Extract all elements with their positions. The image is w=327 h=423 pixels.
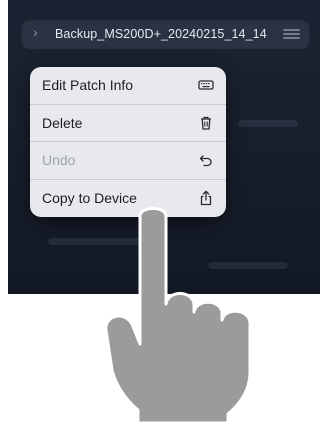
menu-item-delete[interactable]: Delete bbox=[30, 105, 226, 142]
menu-item-edit-patch-info[interactable]: Edit Patch Info bbox=[30, 67, 226, 105]
pointing-hand-icon bbox=[104, 207, 252, 423]
context-menu: Edit Patch Info Delete Undo Copy to Devi… bbox=[30, 67, 226, 217]
patch-title: Backup_MS200D+_20240215_14_14 bbox=[55, 27, 267, 41]
trash-icon bbox=[197, 114, 215, 132]
hamburger-menu-icon[interactable] bbox=[283, 29, 300, 39]
patch-header-bar[interactable]: › Backup_MS200D+_20240215_14_14 bbox=[21, 19, 310, 49]
menu-item-label: Undo bbox=[42, 152, 76, 168]
menu-item-label: Edit Patch Info bbox=[42, 77, 134, 93]
keyboard-icon bbox=[197, 76, 215, 94]
menu-item-label: Delete bbox=[42, 114, 83, 131]
menu-item-undo[interactable]: Undo bbox=[30, 142, 226, 180]
chevron-right-icon[interactable]: › bbox=[33, 24, 38, 40]
blurred-row bbox=[238, 120, 298, 127]
undo-icon bbox=[197, 151, 215, 169]
